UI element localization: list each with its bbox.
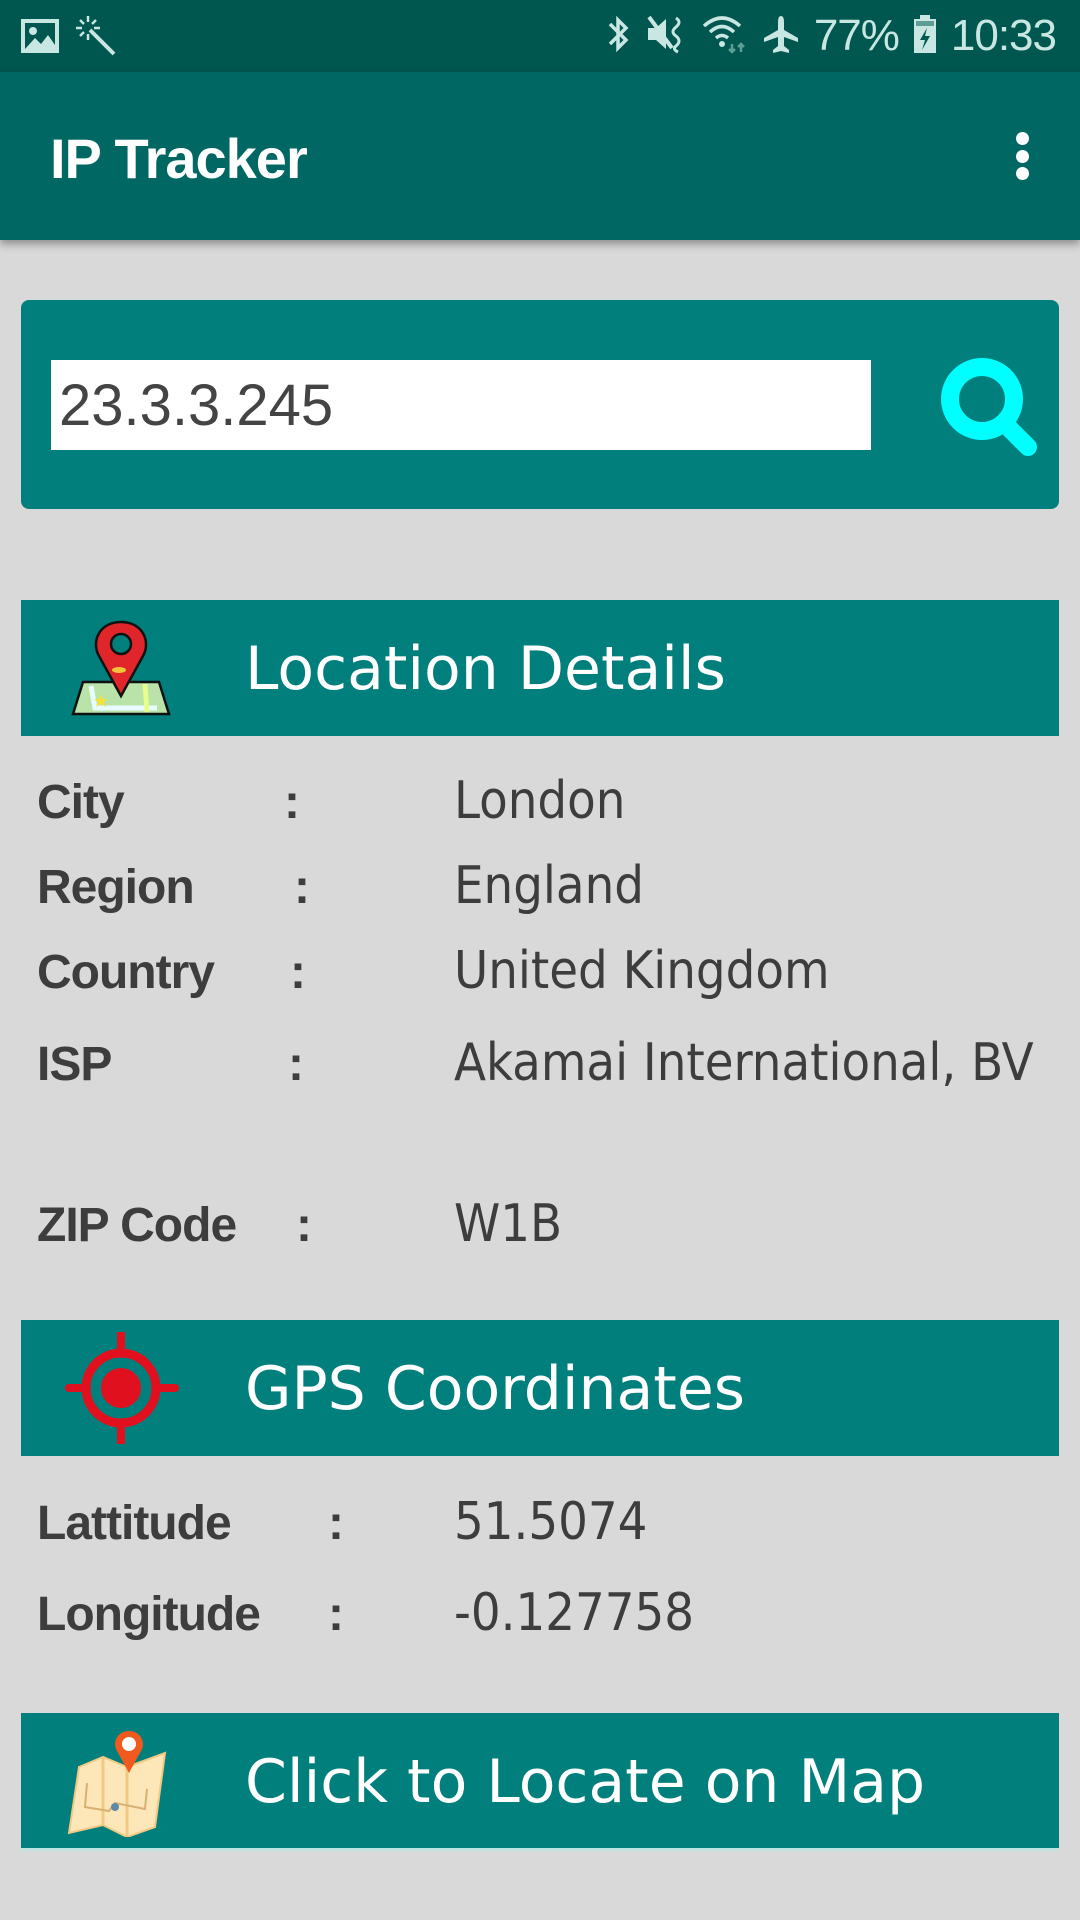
location-details-header: Location Details [21, 600, 1059, 736]
info-label: ZIP Code [37, 1199, 237, 1252]
gallery-icon [20, 18, 60, 59]
battery-percent: 77% [813, 11, 900, 60]
info-label: Country [37, 946, 215, 999]
info-label: Region [37, 861, 195, 914]
overflow-menu-icon [1015, 132, 1029, 145]
battery-charging-icon [913, 14, 937, 59]
info-label: Longitude [37, 1588, 261, 1641]
info-value: -0.127758 [454, 1583, 695, 1643]
crosshair-icon [61, 1328, 181, 1448]
magic-wand-icon [74, 14, 118, 63]
gps-coordinates-title: GPS Coordinates [245, 1354, 746, 1424]
info-colon: : [288, 1038, 304, 1091]
location-details-title: Location Details [245, 634, 726, 704]
info-colon: : [328, 1588, 344, 1641]
vibrate-mute-icon [646, 14, 688, 59]
info-value: Akamai International, BV [454, 1033, 1034, 1093]
info-value: London [454, 771, 626, 831]
airplane-mode-icon [762, 14, 800, 59]
search-icon [941, 358, 1037, 456]
app-title: IP Tracker [50, 127, 308, 190]
gps-coordinates-header: GPS Coordinates [21, 1320, 1059, 1456]
info-value: England [454, 856, 644, 916]
wifi-icon [702, 14, 748, 59]
bluetooth-icon [606, 14, 632, 59]
clock: 10:33 [950, 11, 1057, 60]
overflow-menu-button[interactable] [992, 124, 1052, 188]
info-colon: : [296, 1199, 312, 1252]
info-value: W1B [454, 1194, 563, 1254]
status-bar: 77% 10:33 [0, 0, 1080, 72]
info-value: 51.5074 [454, 1492, 648, 1552]
search-button[interactable] [931, 350, 1051, 470]
info-colon: : [290, 946, 306, 999]
info-colon: : [328, 1497, 344, 1550]
info-label: City [37, 776, 125, 829]
app-bar: IP Tracker [0, 72, 1080, 240]
info-label: Lattitude [37, 1497, 232, 1550]
info-colon: : [294, 861, 310, 914]
locate-on-map-button[interactable]: Click to Locate on Map [21, 1713, 1059, 1848]
ip-address-input[interactable] [51, 360, 871, 450]
search-card [21, 300, 1059, 509]
map-pin-icon [61, 612, 181, 724]
info-label: ISP [37, 1038, 112, 1091]
info-value: United Kingdom [454, 941, 830, 1001]
folded-map-icon [65, 1727, 175, 1839]
locate-on-map-label: Click to Locate on Map [245, 1747, 926, 1817]
info-colon: : [284, 776, 300, 829]
